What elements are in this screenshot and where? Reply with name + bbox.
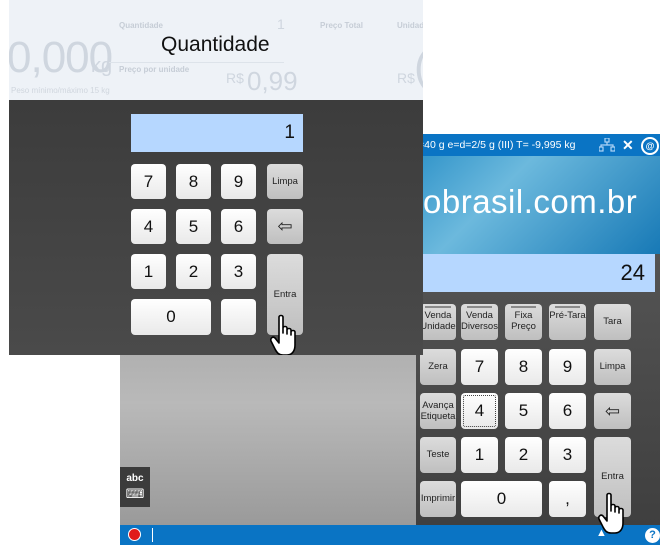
currency-faded: R$ [226,70,244,86]
venda-unidade-label: Venda Unidade [420,310,456,332]
venda-diversos-button[interactable]: Venda Diversos [461,304,498,340]
total-price-label-faded: Preço Total [320,21,363,30]
settings-icon[interactable]: @ [641,137,659,155]
pre-tara-button[interactable]: Pré-Tara [549,304,586,340]
banner-domain-text: obrasil.com.br [423,183,638,220]
dialog-blank-key[interactable] [221,299,256,335]
quantity-value-faded: 1 [277,16,285,32]
tara-button[interactable]: Tara [594,304,631,340]
zera-button[interactable]: Zera [420,349,456,385]
key-6[interactable]: 6 [549,393,586,429]
header-divider [109,62,284,63]
dialog-key-0[interactable]: 0 [131,299,211,335]
dialog-key-1[interactable]: 1 [131,254,166,289]
weight-unit-faded: kg [91,55,113,77]
total-value-faded: ( [414,42,423,92]
dialog-key-2[interactable]: 2 [176,254,211,289]
fixa-preco-label: Fixa Preço [511,310,536,332]
taskbar-divider [152,528,153,542]
unit-price-faded: 0,99 [247,66,298,96]
hand-cursor-icon [270,314,296,355]
dialog-key-6[interactable]: 6 [221,209,256,244]
dialog-key-4[interactable]: 4 [131,209,166,244]
key-8[interactable]: 8 [505,349,542,385]
avanca-etiqueta-button[interactable]: Avança Etiqueta [420,393,456,429]
dialog-header: 0,000 kg Quantidade Preço por unidade Pr… [9,0,423,100]
key-5[interactable]: 5 [505,393,542,429]
hand-cursor-icon [598,492,624,534]
unit-label-faded: Unidade [397,21,423,30]
key-1[interactable]: 1 [461,437,498,473]
venda-unidade-button[interactable]: Venda Unidade [420,304,456,340]
key-4[interactable]: 4 [461,393,498,429]
imprimir-button[interactable]: Imprimir [420,481,456,517]
pre-tara-label: Pré-Tara [549,310,586,321]
keyboard-toggle-label: abc [126,473,144,484]
backspace-button[interactable]: ⇦ [594,393,631,429]
dialog-key-7[interactable]: 7 [131,164,166,199]
keypad-panel: 24 Venda Unidade Venda Diversos Fixa Pre… [416,254,660,525]
fixa-preco-button[interactable]: Fixa Preço [505,304,542,340]
dialog-backspace-button[interactable]: ⇦ [267,209,303,244]
key-0[interactable]: 0 [461,481,542,517]
currency-faded-2: R$ [397,70,415,86]
key-3[interactable]: 3 [549,437,586,473]
scale-info-text: =40 g e=d=2/5 g (III) T= -9,995 kg [418,139,576,151]
dialog-limpa-button[interactable]: Limpa [267,164,303,199]
teste-button[interactable]: Teste [420,437,456,473]
help-icon[interactable]: ? [645,528,660,543]
quantity-dialog: 0,000 kg Quantidade Preço por unidade Pr… [9,0,423,355]
keyboard-icon: ⌨ [125,486,145,501]
network-icon [598,137,616,155]
close-icon[interactable]: ✕ [622,134,634,156]
key-comma[interactable]: , [549,481,586,517]
quantity-label-faded: Quantidade [119,21,164,30]
key-2[interactable]: 2 [505,437,542,473]
quantity-display: 1 [131,114,303,152]
dialog-title: Quantidade [161,33,270,56]
keyboard-toggle-button[interactable]: abc ⌨ [120,467,150,507]
dialog-keypad-panel: 1 7 8 9 Limpa 4 5 6 ⇦ 1 2 3 Entra 0 [9,100,423,355]
weight-limits-faded: Peso mínimo/máximo 15 kg [11,86,110,95]
dialog-key-9[interactable]: 9 [221,164,256,199]
record-icon[interactable] [128,528,141,541]
taskbar: ▲ ? [120,525,660,545]
key-7[interactable]: 7 [461,349,498,385]
dialog-key-3[interactable]: 3 [221,254,256,289]
dialog-key-8[interactable]: 8 [176,164,211,199]
unit-price-label-faded: Preço por unidade [119,65,190,74]
dialog-key-5[interactable]: 5 [176,209,211,244]
value-display: 24 [420,254,655,292]
limpa-button[interactable]: Limpa [594,349,631,385]
venda-diversos-label: Venda Diversos [461,310,498,332]
key-9[interactable]: 9 [549,349,586,385]
